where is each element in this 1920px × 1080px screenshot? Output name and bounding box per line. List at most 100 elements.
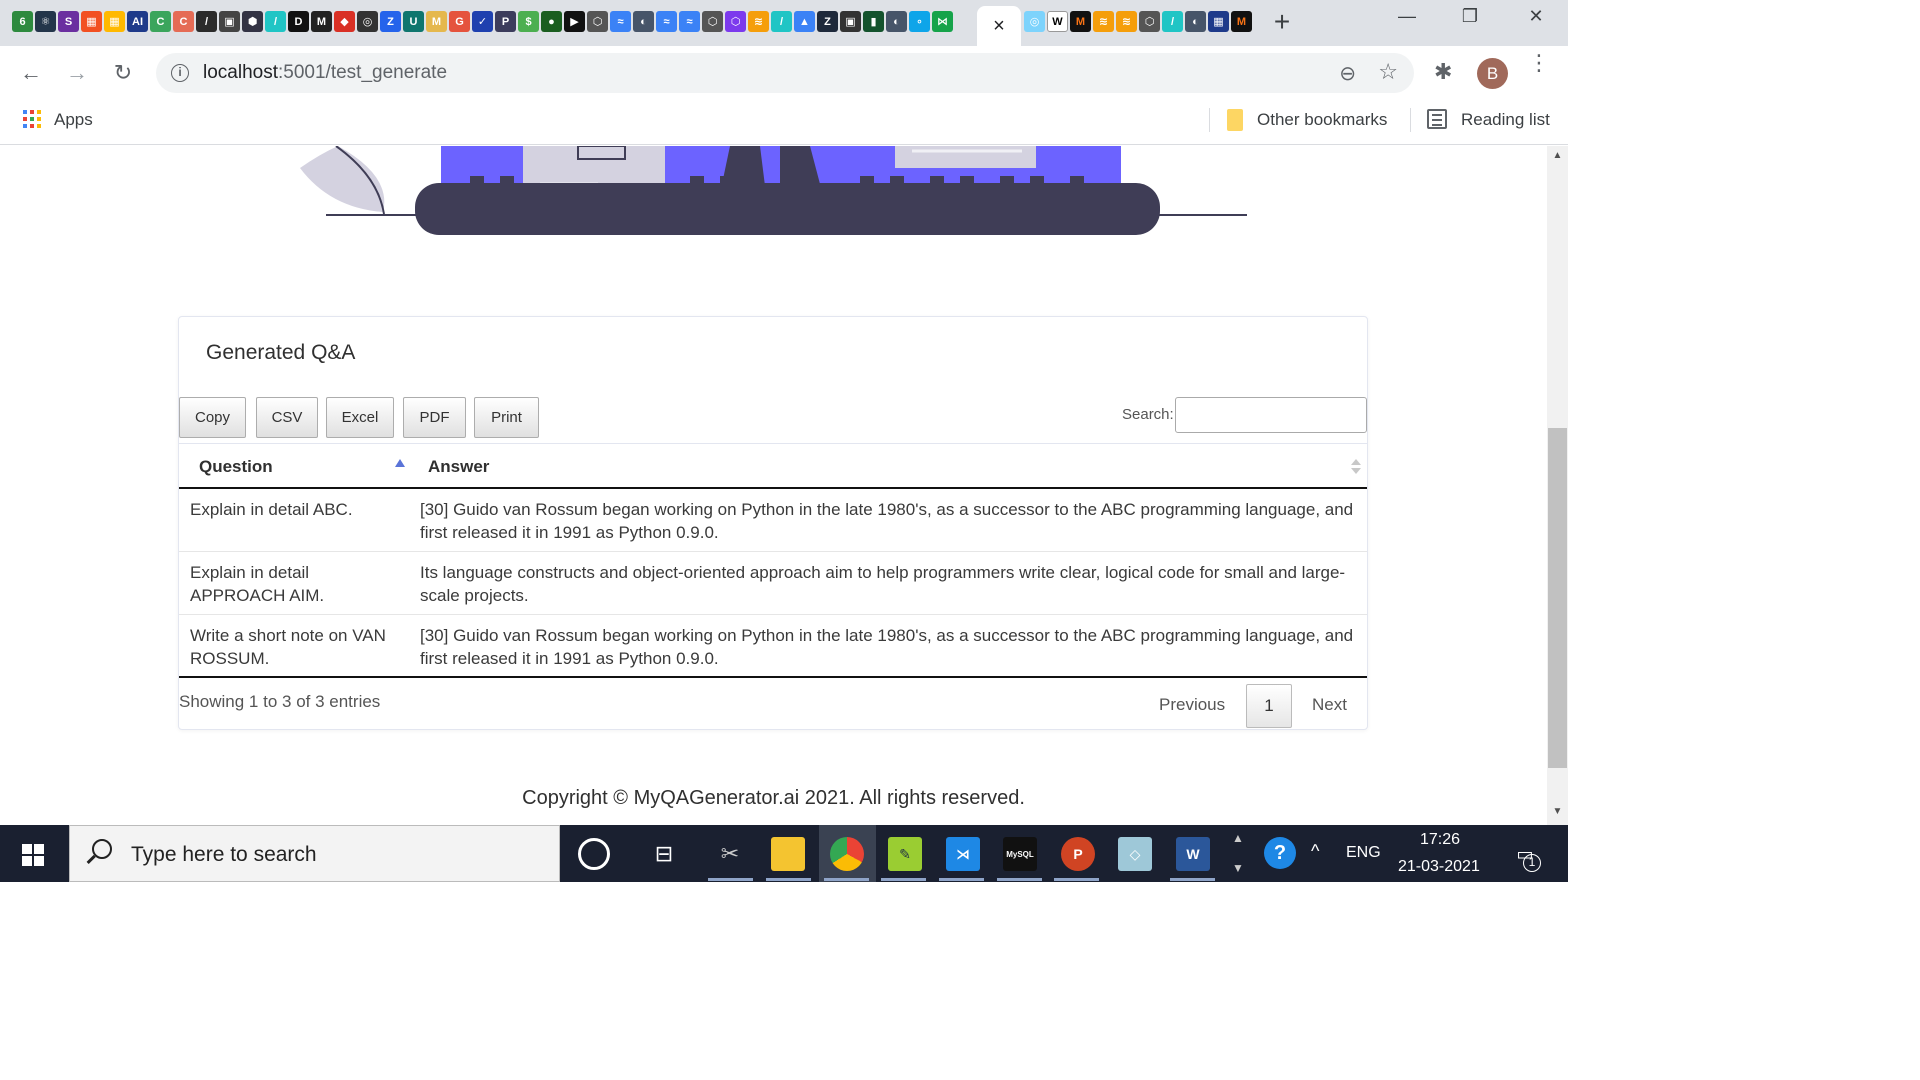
tab-favicon[interactable]: ✓ [472,11,493,32]
site-info-icon[interactable]: i [171,64,189,82]
tab-favicon[interactable]: G [449,11,470,32]
next-page-button[interactable]: Next [1312,695,1347,715]
pinned-tab-favicons[interactable]: 6 ⚛ S ▦ ▦ AI C C / ▣ ⬢ / D M ◆ ◎ Z U M G… [12,11,953,32]
sort-ascending-icon[interactable] [395,459,405,467]
tab-favicon[interactable]: ● [541,11,562,32]
chrome-icon[interactable] [830,837,864,871]
previous-page-button[interactable]: Previous [1159,695,1225,715]
tab-favicon[interactable]: ◆ [334,11,355,32]
notepad-plus-icon[interactable]: ✎ [888,837,922,871]
tab-favicon[interactable]: ⬢ [242,11,263,32]
copy-button[interactable]: Copy [179,397,246,438]
forward-button[interactable]: → [61,58,93,88]
tab-favicon[interactable]: 6 [12,11,33,32]
tab-favicon[interactable]: ◐ [633,11,654,32]
clock-date[interactable]: 21-03-2021 [1398,858,1480,876]
column-header-question[interactable]: Question [199,457,273,477]
snipping-tool-icon[interactable]: ✂ [713,837,747,871]
tab-favicon[interactable]: M [1231,11,1252,32]
tab-favicon[interactable]: / [196,11,217,32]
tab-favicon[interactable]: ⚛ [35,11,56,32]
tab-favicon[interactable]: ▣ [219,11,240,32]
tab-favicon[interactable]: ▲ [794,11,815,32]
other-bookmarks[interactable]: Other bookmarks [1257,110,1387,130]
profile-avatar[interactable]: B [1477,58,1508,89]
tab-favicon[interactable]: $ [518,11,539,32]
reading-list-icon[interactable] [1427,109,1447,129]
tab-favicon[interactable]: / [265,11,286,32]
windows-start-icon[interactable] [22,844,44,866]
new-tab-button[interactable]: + [1268,8,1296,36]
tab-favicon[interactable]: ⬡ [587,11,608,32]
taskbar-search-box[interactable]: Type here to search [69,825,560,882]
tab-favicons-right[interactable]: ◎ W M ≋ ≋ ⬡ / ◐ ▦ M [1024,11,1252,32]
tab-favicon[interactable]: S [58,11,79,32]
close-window-button[interactable]: ✕ [1516,6,1556,27]
tab-favicon[interactable]: ≋ [1116,11,1137,32]
close-tab-icon[interactable]: × [993,15,1005,38]
tab-favicon[interactable]: ◐ [1185,11,1206,32]
taskbar-scroll-down-icon[interactable]: ▼ [1232,861,1244,875]
tab-favicon[interactable]: ⬡ [725,11,746,32]
clock-time[interactable]: 17:26 [1420,831,1460,849]
tab-favicon[interactable]: ▮ [863,11,884,32]
column-header-answer[interactable]: Answer [428,457,489,477]
tab-favicon[interactable]: Z [380,11,401,32]
tab-favicon[interactable]: P [495,11,516,32]
tab-favicon[interactable]: C [150,11,171,32]
pdf-button[interactable]: PDF [403,397,466,438]
apps-icon[interactable] [23,110,41,128]
tab-favicon[interactable]: ≋ [1093,11,1114,32]
show-hidden-icons[interactable]: ^ [1311,841,1319,862]
cortana-icon[interactable] [578,838,610,870]
scroll-up-arrow-icon[interactable]: ▲ [1548,150,1567,166]
bookmark-star-icon[interactable]: ☆ [1378,59,1398,85]
tab-favicon[interactable]: / [771,11,792,32]
tab-favicon[interactable]: ≈ [656,11,677,32]
back-button[interactable]: ← [15,58,47,88]
active-tab[interactable]: × [977,6,1021,46]
tab-favicon[interactable]: ▣ [840,11,861,32]
zoom-icon[interactable]: ⊖ [1339,61,1356,86]
mysql-icon[interactable]: MySQL [1003,837,1037,871]
tab-favicon[interactable]: ▦ [1208,11,1229,32]
folder-icon[interactable] [1227,109,1243,131]
tab-favicon[interactable]: ◐ [886,11,907,32]
tab-favicon[interactable]: ⬡ [1139,11,1160,32]
tab-favicon[interactable]: U [403,11,424,32]
tab-favicon[interactable]: ≈ [610,11,631,32]
task-view-icon[interactable]: ⊟ [647,837,681,871]
reading-list[interactable]: Reading list [1461,110,1550,130]
tab-favicon[interactable]: M [311,11,332,32]
tab-favicon[interactable]: Z [817,11,838,32]
tab-favicon[interactable]: ▶ [564,11,585,32]
restore-button[interactable]: ❐ [1450,6,1490,27]
word-icon[interactable]: W [1176,837,1210,871]
tab-favicon[interactable]: ⋈ [932,11,953,32]
reload-button[interactable]: ↻ [107,58,139,88]
print-button[interactable]: Print [474,397,539,438]
powerpoint-icon[interactable]: P [1061,837,1095,871]
tab-favicon[interactable]: C [173,11,194,32]
tab-favicon[interactable]: M [1070,11,1091,32]
tab-favicon[interactable]: M [426,11,447,32]
tab-favicon[interactable]: ▦ [81,11,102,32]
app-icon[interactable]: ◇ [1118,837,1152,871]
taskbar-search-placeholder[interactable]: Type here to search [131,843,317,867]
url-text[interactable]: localhost:5001/test_generate [203,62,447,84]
tab-favicon[interactable]: D [288,11,309,32]
file-explorer-icon[interactable] [771,837,805,871]
tab-favicon[interactable]: ◎ [357,11,378,32]
taskbar-scroll-up-icon[interactable]: ▲ [1232,831,1244,845]
tab-favicon[interactable]: ≋ [748,11,769,32]
sort-icon[interactable] [1351,459,1361,475]
page-1-button[interactable]: 1 [1246,684,1292,728]
tab-favicon[interactable]: ◎ [1024,11,1045,32]
browser-menu-icon[interactable]: ⋮ [1528,52,1550,74]
tab-favicon[interactable]: ⬡ [702,11,723,32]
search-input[interactable] [1175,397,1367,433]
scrollbar-thumb[interactable] [1548,428,1567,768]
apps-bookmark[interactable]: Apps [54,110,93,130]
extensions-icon[interactable]: ✱ [1434,59,1452,85]
scroll-down-arrow-icon[interactable]: ▼ [1548,806,1567,822]
